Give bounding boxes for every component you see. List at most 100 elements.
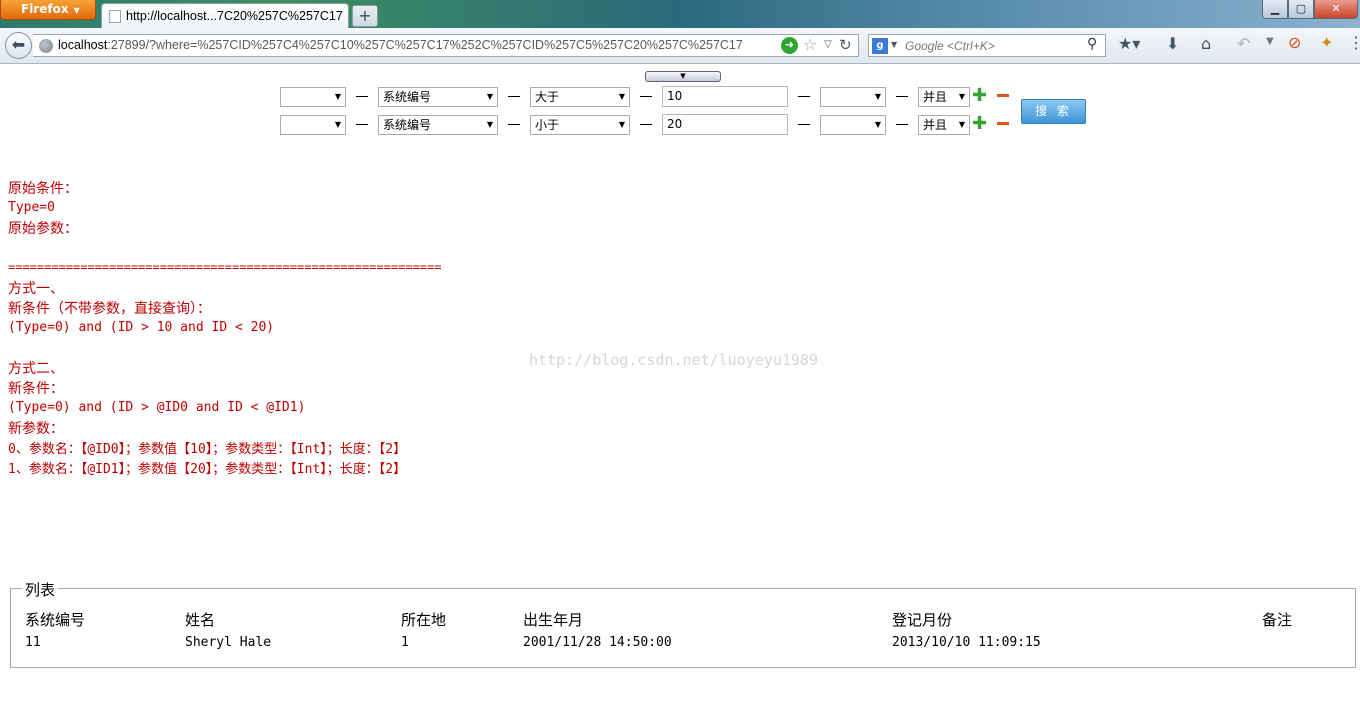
firefox-menu-button[interactable]: Firefox ▼ [0,0,96,20]
site-identity-icon[interactable] [39,39,53,53]
add-condition-icon[interactable]: ✚ [972,115,987,133]
paren-close-select[interactable]: ▼ [820,115,886,135]
table-cell: 2013/10/10 11:09:15 [892,635,1041,650]
dropdown-arrow-icon: ▼ [486,120,493,129]
operator-select[interactable]: 大于 ▼ [530,87,630,107]
bookmark-star-icon[interactable]: ☆ [803,35,817,54]
separator-dash [798,96,810,97]
table-cell: 11 [25,635,41,650]
separator-line: ========================================… [8,260,442,274]
table-cell: 1 [401,635,409,650]
history-dropdown-icon[interactable]: ▽ [824,39,832,50]
dropdown-arrow-icon: ▼ [618,92,625,101]
separator-dash [356,96,368,97]
addon-icon[interactable]: ✦ [1320,33,1333,52]
logic-select[interactable]: 并且 ▼ [918,87,970,107]
separator-dash [508,96,520,97]
window-titlebar: Firefox ▼ http://localhost...7C20%257C%25… [0,0,1360,28]
original-condition-value: Type=0 [8,200,55,215]
column-header: 出生年月 [523,611,584,629]
navigation-toolbar: ⬅ localhost:27899/?where=%257CID%257C4%2… [0,28,1360,64]
dropdown-arrow-icon: ▼ [334,120,341,129]
plus-icon: + [358,6,372,25]
method2-title: 方式二、 [8,361,64,377]
page-content: ▼ ▼ 系统编号 ▼ 大于 ▼ 10 ▼ 并且 ▼ ✚ ▼ 系统编号 ▼ 小于 ▼ 20 … [0,65,1360,702]
back-arrow-icon: ⬅ [11,35,26,54]
undo-icon[interactable]: ↶ [1237,34,1250,53]
remove-condition-icon[interactable] [997,122,1009,125]
magnifier-icon[interactable]: ⚲ [1087,36,1097,52]
separator-dash [798,124,810,125]
column-header: 登记月份 [892,611,953,629]
collapse-toggle-button[interactable]: ▼ [645,71,721,82]
minimize-button[interactable]: ▁ [1262,0,1288,19]
new-tab-button[interactable]: + [352,5,378,27]
bookmarks-icon[interactable]: ★▾ [1118,34,1140,53]
field-select[interactable]: 系统编号 ▼ [378,115,498,135]
dropdown-arrow-icon: ▼ [958,120,965,129]
url-text[interactable]: localhost:27899/?where=%257CID%257C4%257… [58,38,743,52]
dropdown-arrow-icon: ▼ [486,92,493,101]
search-bar[interactable]: g ▼ Google <Ctrl+K> ⚲ [868,34,1106,57]
method1-value: (Type=0) and (ID > 10 and ID < 20) [8,320,275,335]
column-header: 系统编号 [25,611,86,629]
list-legend: 列表 [22,579,59,600]
engine-dropdown-icon[interactable]: ▼ [891,40,897,49]
separator-dash [640,124,652,125]
dropdown-arrow-icon: ▼ [334,92,341,101]
original-params-label: 原始参数： [8,221,78,237]
column-header: 姓名 [185,611,216,629]
undo-dropdown-icon[interactable]: ▼ [1266,36,1274,47]
page-icon [109,10,121,23]
separator-dash [896,96,908,97]
url-bar[interactable]: localhost:27899/?where=%257CID%257C4%257… [33,34,859,57]
search-button[interactable]: 搜 索 [1021,99,1086,124]
separator-dash [356,124,368,125]
method1-label: 新条件（不带参数，直接查询）： [8,301,211,317]
maximize-button[interactable]: ▢ [1288,0,1314,19]
add-condition-icon[interactable]: ✚ [972,87,987,105]
field-select[interactable]: 系统编号 ▼ [378,87,498,107]
google-engine-icon[interactable]: g [872,38,888,54]
operator-select[interactable]: 小于 ▼ [530,115,630,135]
back-button[interactable]: ⬅ [5,32,32,59]
dropdown-arrow-icon: ▼ [958,92,965,101]
method2-condition-label: 新条件： [8,381,64,397]
logic-select[interactable]: 并且 ▼ [918,115,970,135]
list-fieldset: 列表 系统编号 姓名 所在地 出生年月 登记月份 备注 11 Sheryl Ha… [10,579,1356,668]
separator-dash [640,96,652,97]
separator-dash [896,124,908,125]
downloads-icon[interactable]: ⬇ [1166,34,1179,53]
go-icon[interactable]: ➜ [781,37,798,54]
paren-open-select[interactable]: ▼ [280,87,346,107]
param-line-1: 1、参数名：【@ID1】；参数值【20】；参数类型：【Int】；长度：【2】 [8,462,407,477]
chevron-down-icon: ▼ [73,6,80,15]
paren-close-select[interactable]: ▼ [820,87,886,107]
close-window-button[interactable]: ✕ [1314,0,1358,19]
block-icon[interactable]: ⊘ [1288,33,1301,52]
column-header: 备注 [1262,611,1293,629]
search-placeholder: Google <Ctrl+K> [905,39,995,53]
browser-tab[interactable]: http://localhost...7C20%257C%257C17 [101,3,349,28]
home-icon[interactable]: ⌂ [1201,34,1211,53]
overflow-icon[interactable]: ⋮ [1348,33,1360,52]
separator-dash [508,124,520,125]
dropdown-arrow-icon: ▼ [874,120,881,129]
method2-condition-value: (Type=0) and (ID > @ID0 and ID < @ID1) [8,400,306,415]
column-header: 所在地 [401,611,447,629]
value-input[interactable]: 10 [662,86,788,107]
tab-title: http://localhost...7C20%257C%257C17 [126,9,343,23]
original-condition-label: 原始条件： [8,181,78,197]
dropdown-arrow-icon: ▼ [874,92,881,101]
method1-title: 方式一、 [8,281,64,297]
dropdown-arrow-icon: ▼ [618,120,625,129]
method2-params-label: 新参数： [8,421,64,437]
param-line-0: 0、参数名：【@ID0】；参数值【10】；参数类型：【Int】；长度：【2】 [8,442,407,457]
paren-open-select[interactable]: ▼ [280,115,346,135]
value-input[interactable]: 20 [662,114,788,135]
remove-condition-icon[interactable] [997,94,1009,97]
reload-icon[interactable]: ↻ [839,36,852,54]
chevron-down-icon: ▼ [680,72,686,80]
table-cell: 2001/11/28 14:50:00 [523,635,672,650]
table-cell: Sheryl Hale [185,635,272,650]
